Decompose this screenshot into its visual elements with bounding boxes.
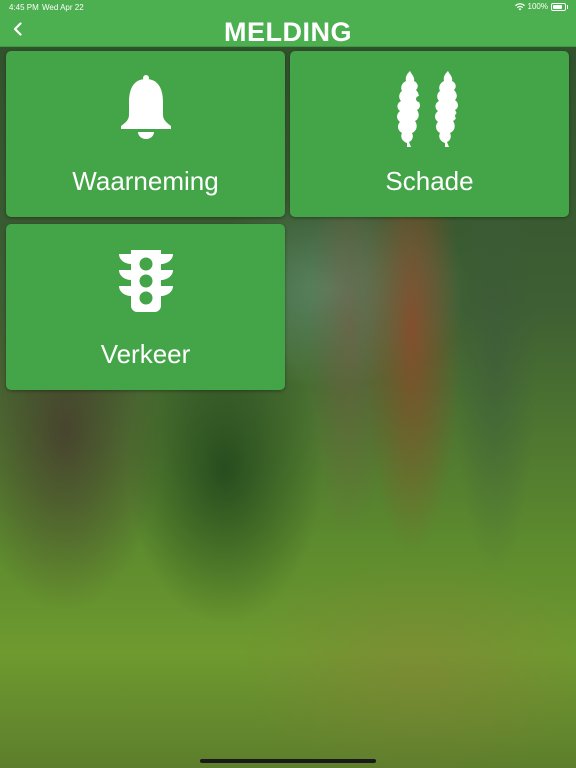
- battery-percentage: 100%: [527, 2, 548, 11]
- status-date: Wed Apr 22: [42, 3, 84, 12]
- status-bar: 4:45 PM Wed Apr 22 100%: [0, 0, 576, 16]
- verkeer-tile[interactable]: Verkeer: [6, 224, 285, 390]
- waarneming-tile[interactable]: Waarneming: [6, 51, 285, 217]
- status-indicators: 100%: [514, 2, 568, 11]
- status-time: 4:45 PM: [9, 3, 39, 12]
- tile-label-waarneming: Waarneming: [72, 166, 219, 196]
- schade-tile[interactable]: Schade: [290, 51, 569, 217]
- battery-icon: [551, 2, 568, 11]
- home-indicator[interactable]: [200, 759, 376, 763]
- page-title: MELDING: [224, 17, 352, 47]
- tile-label-verkeer: Verkeer: [100, 339, 191, 369]
- damaged-trees-icon: [290, 69, 569, 149]
- traffic-light-icon: [6, 250, 285, 312]
- navigation-bar: MELDING: [0, 16, 576, 47]
- wifi-icon: [514, 2, 525, 11]
- bell-icon: [6, 75, 285, 141]
- battery-level-fill: [553, 4, 562, 9]
- tile-label-schade: Schade: [385, 166, 474, 196]
